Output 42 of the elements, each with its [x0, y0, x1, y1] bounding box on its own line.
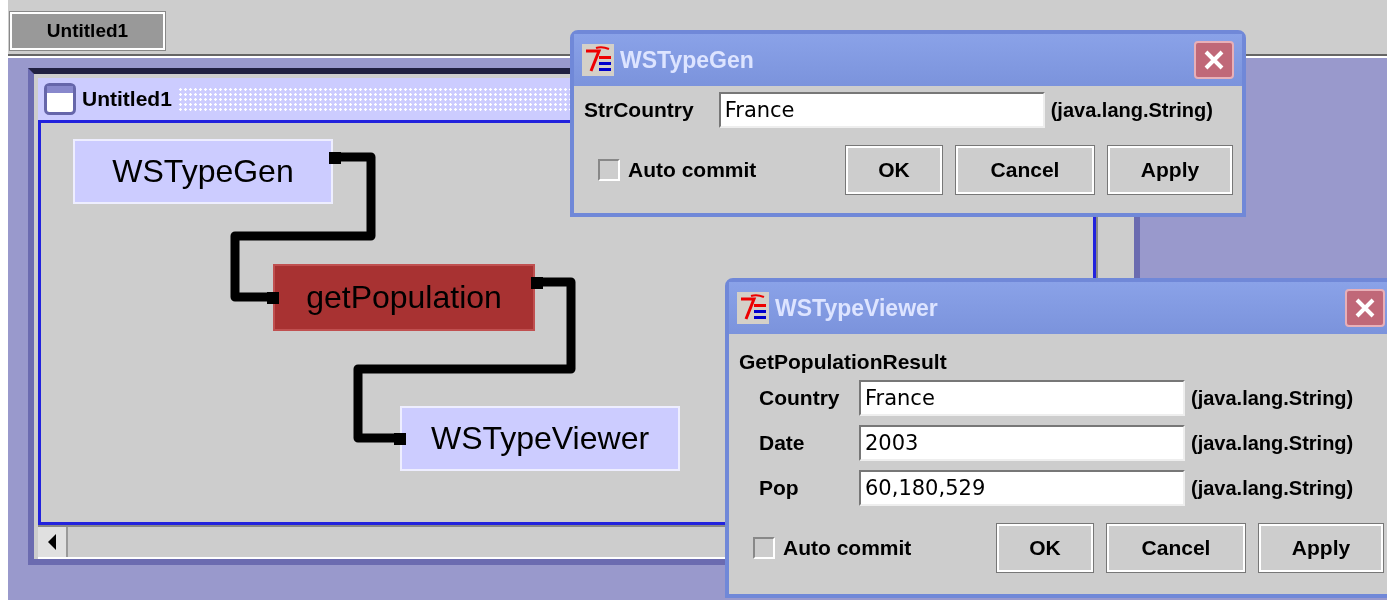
close-button[interactable] — [1345, 289, 1385, 327]
window-icon — [44, 83, 76, 115]
type-label: (java.lang.String) — [1191, 386, 1355, 410]
dialog-button[interactable]: Apply — [1108, 146, 1232, 194]
checkbox[interactable] — [598, 159, 620, 181]
field-label: Country — [759, 386, 841, 410]
field-label: Pop — [759, 476, 800, 500]
diagram-node[interactable]: WSTypeViewer — [400, 406, 680, 471]
dialog-title: WSTypeViewer — [775, 294, 939, 322]
scroll-left-button[interactable] — [38, 527, 68, 557]
type-label: (java.lang.String) — [1191, 431, 1355, 455]
window-tab[interactable]: Untitled1 — [10, 12, 165, 50]
dialog-button[interactable]: OK — [997, 524, 1093, 572]
type-label: (java.lang.String) — [1191, 476, 1355, 500]
checkbox-label[interactable]: Auto commit — [628, 158, 757, 182]
dialog-title: WSTypeGen — [620, 46, 755, 74]
checkbox-label[interactable]: Auto commit — [783, 536, 912, 560]
app-icon — [737, 292, 769, 324]
text-field[interactable]: France — [859, 380, 1185, 416]
dialog-button[interactable]: Apply — [1259, 524, 1383, 572]
section-heading: GetPopulationResult — [739, 350, 948, 374]
dialog-button[interactable]: Cancel — [956, 146, 1094, 194]
port-handle[interactable] — [267, 292, 279, 304]
field-label: Date — [759, 431, 806, 455]
text-field[interactable]: 60,180,529 — [859, 470, 1185, 506]
dialog-button[interactable]: Cancel — [1107, 524, 1245, 572]
port-handle[interactable] — [329, 152, 341, 164]
window-title: Untitled1 — [82, 87, 172, 111]
type-label: (java.lang.String) — [1050, 98, 1214, 122]
text-field[interactable]: 2003 — [859, 425, 1185, 461]
port-handle[interactable] — [531, 277, 543, 289]
field-label: StrCountry — [584, 98, 695, 122]
close-icon — [1354, 297, 1376, 319]
app-icon — [582, 44, 614, 76]
checkbox[interactable] — [753, 537, 775, 559]
close-icon — [1203, 49, 1225, 71]
left-arrow-icon — [47, 534, 57, 550]
port-handle[interactable] — [394, 433, 406, 445]
close-button[interactable] — [1194, 41, 1234, 79]
dialog-button[interactable]: OK — [846, 146, 942, 194]
text-field[interactable]: France — [718, 92, 1045, 128]
diagram-node[interactable]: WSTypeGen — [73, 139, 333, 204]
